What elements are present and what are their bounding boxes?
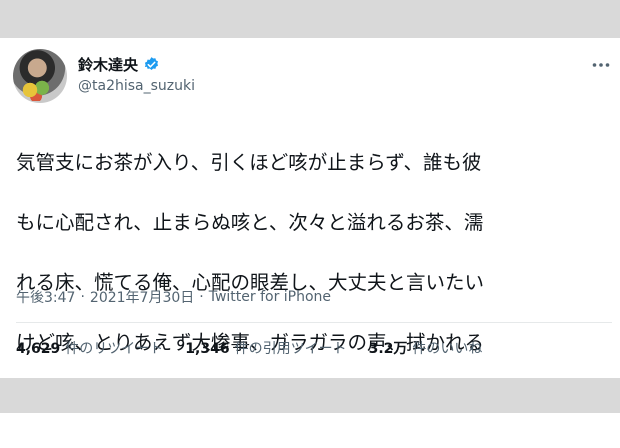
more-horizontal-icon[interactable] [591, 55, 611, 75]
tweet-source[interactable]: Twitter for iPhone [209, 289, 331, 305]
quotes-label: 件の引用ツイート [234, 341, 347, 357]
meta-separator: · [199, 289, 204, 305]
avatar[interactable] [13, 49, 67, 103]
quotes-stat[interactable]: 1,346 件の引用ツイート [185, 338, 346, 358]
display-name[interactable]: 鈴木達央 [78, 54, 138, 75]
tweet-time[interactable]: 午後3:47 [16, 287, 75, 307]
tweet-date[interactable]: 2021年7月30日 [90, 287, 194, 307]
retweets-label: 件のリツイート [65, 341, 164, 357]
bottom-band [0, 378, 620, 413]
engagement-stats: 4,629 件のリツイート 1,346 件の引用ツイート 3.2万 件のいいね [16, 336, 482, 360]
likes-label: 件のいいね [412, 341, 483, 357]
tweet-meta: 午後3:47 · 2021年7月30日 · Twitter for iPhone [16, 287, 331, 307]
retweets-count: 4,629 [16, 341, 61, 357]
tweet-text-line: もに心配され、止まらぬ咳と、次々と溢れるお茶、濡 [16, 211, 484, 234]
meta-separator: · [80, 289, 85, 305]
avatar-flowers [21, 79, 51, 101]
likes-stat[interactable]: 3.2万 件のいいね [369, 338, 483, 358]
tweet-card: 鈴木達央 @ta2hisa_suzuki 気管支にお茶が入り、引くほど咳が止まら… [0, 38, 620, 414]
top-band [0, 0, 620, 38]
name-row: 鈴木達央 [78, 53, 160, 75]
user-handle[interactable]: @ta2hisa_suzuki [78, 78, 195, 94]
retweets-stat[interactable]: 4,629 件のリツイート [16, 338, 163, 358]
tweet-text-line: 気管支にお茶が入り、引くほど咳が止まらず、誰も彼 [16, 151, 482, 174]
quotes-count: 1,346 [185, 341, 230, 357]
divider-top [16, 322, 612, 323]
verified-badge-icon [143, 56, 160, 73]
likes-count: 3.2万 [368, 341, 408, 357]
